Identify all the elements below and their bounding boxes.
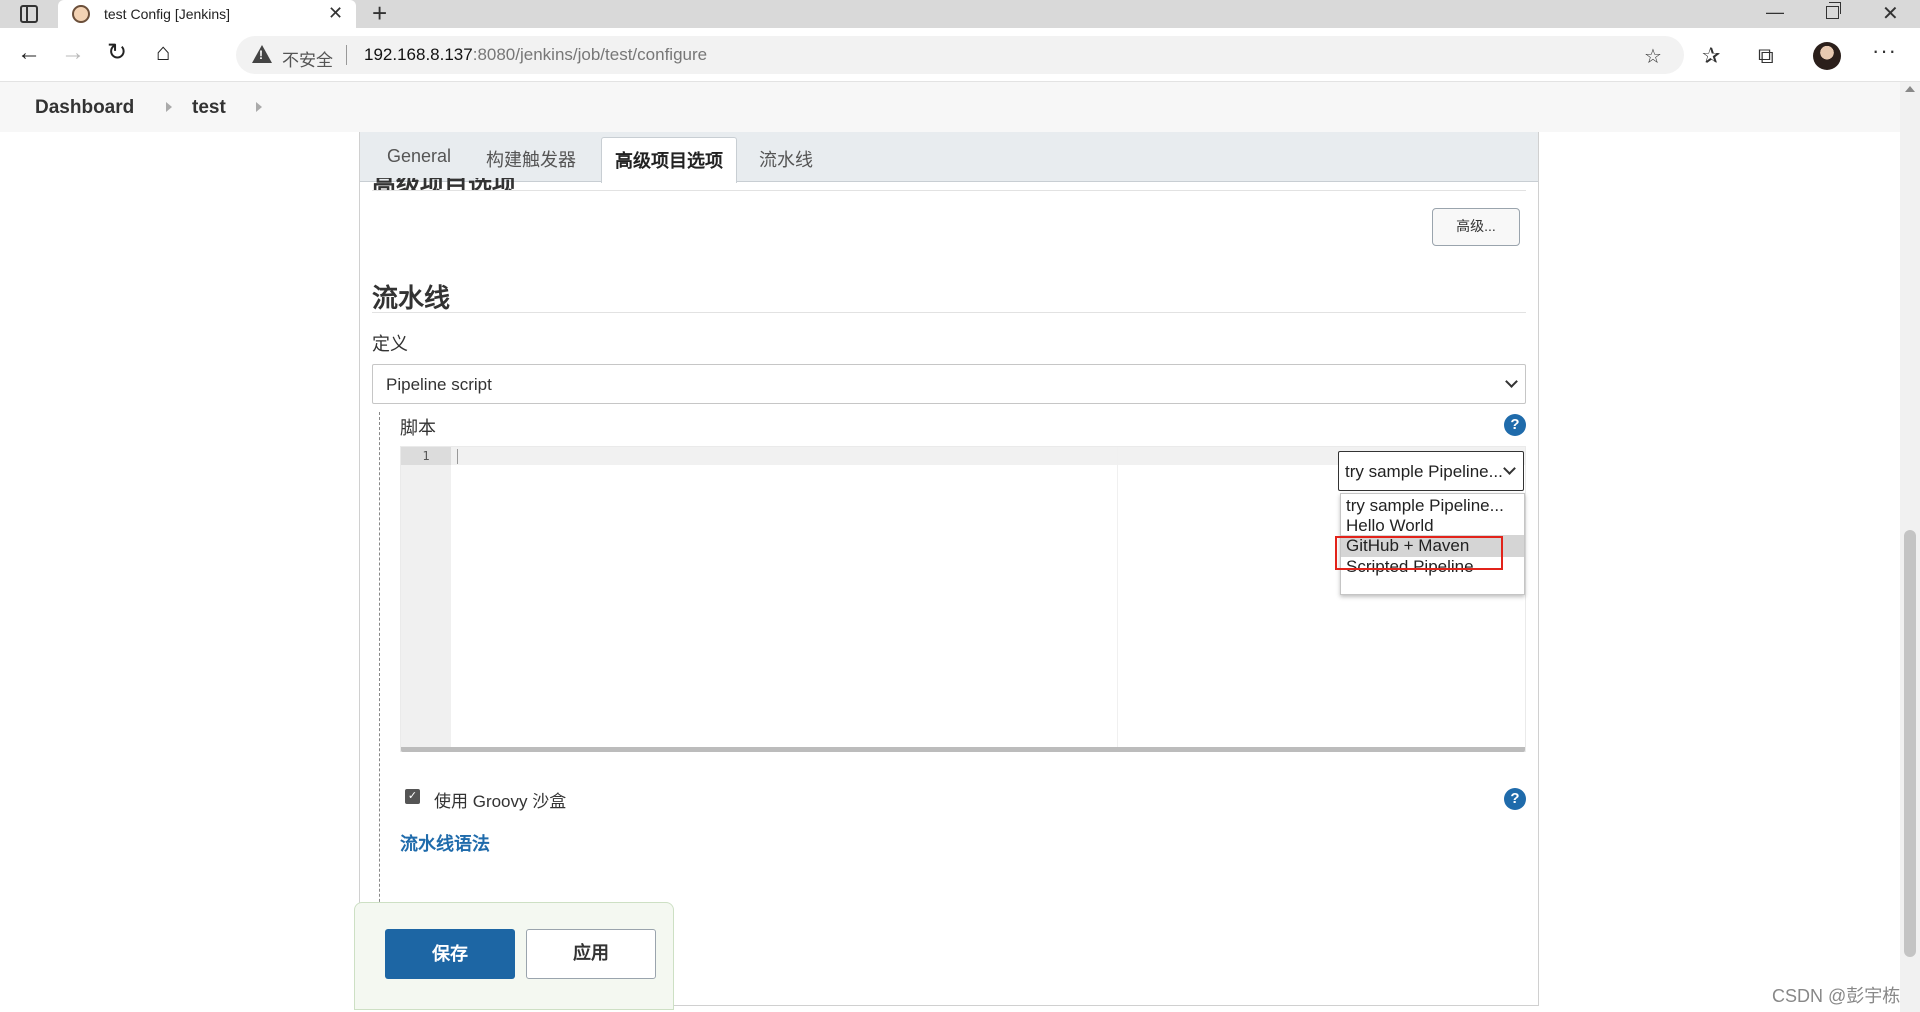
- save-button[interactable]: 保存: [385, 929, 515, 979]
- profile-avatar[interactable]: [1813, 42, 1841, 70]
- script-help-icon[interactable]: ?: [1504, 414, 1526, 436]
- reload-icon[interactable]: ↻: [102, 38, 132, 68]
- url-path: :8080/jenkins/job/test/configure: [472, 45, 708, 64]
- more-options-icon[interactable]: ···: [1872, 38, 1897, 64]
- pipeline-section-title: 流水线: [372, 283, 451, 313]
- new-tab-icon[interactable]: +: [372, 0, 387, 26]
- insecure-label: 不安全: [282, 51, 333, 70]
- advanced-button[interactable]: 高级...: [1432, 208, 1520, 246]
- option-github-maven[interactable]: GitHub + Maven: [1341, 535, 1524, 557]
- browser-tab[interactable]: test Config [Jenkins] ✕: [58, 0, 356, 28]
- breadcrumb: Dashboard test: [0, 82, 1900, 132]
- url-host: 192.168.8.137: [364, 45, 473, 64]
- definition-select[interactable]: Pipeline script: [372, 364, 1526, 404]
- editor-cursor: [457, 449, 458, 464]
- minimize-icon[interactable]: —: [1766, 2, 1784, 23]
- window-close-icon[interactable]: ✕: [1882, 1, 1899, 26]
- address-bar[interactable]: 不安全 192.168.8.137:8080/jenkins/job/test/…: [236, 36, 1684, 74]
- job-config-panel: General 构建触发器 高级项目选项 流水线 高级项目选项 高级... 流水…: [359, 132, 1539, 1006]
- editor-resize-handle[interactable]: [401, 747, 1525, 752]
- section-divider: [372, 190, 1526, 191]
- tab-title: test Config [Jenkins]: [104, 6, 231, 22]
- collections-icon[interactable]: ⧉: [1758, 43, 1774, 69]
- page-scrollbar[interactable]: [1900, 82, 1920, 1012]
- breadcrumb-dashboard[interactable]: Dashboard: [35, 97, 134, 119]
- option-hello-world[interactable]: Hello World: [1341, 515, 1524, 537]
- apply-button[interactable]: 应用: [526, 929, 656, 979]
- sample-select-value: try sample Pipeline...: [1345, 462, 1503, 481]
- breadcrumb-test[interactable]: test: [192, 97, 226, 119]
- chevron-down-icon: [1505, 375, 1518, 388]
- address-separator: [346, 45, 347, 65]
- config-tab-bar: General 构建触发器 高级项目选项 流水线: [360, 132, 1538, 183]
- scroll-up-arrow-icon[interactable]: [1905, 86, 1915, 92]
- restore-icon[interactable]: [1826, 2, 1841, 19]
- breadcrumb-arrow-icon[interactable]: [256, 102, 262, 112]
- breadcrumb-arrow-icon[interactable]: [166, 102, 172, 112]
- editor-print-margin: [1117, 447, 1118, 747]
- pipeline-syntax-link[interactable]: 流水线语法: [400, 830, 490, 856]
- scroll-thumb[interactable]: [1904, 530, 1916, 957]
- tab-pipeline[interactable]: 流水线: [759, 146, 813, 172]
- tab-advanced-project-options[interactable]: 高级项目选项: [601, 137, 737, 183]
- home-icon[interactable]: ⌂: [148, 38, 178, 68]
- sandbox-help-icon[interactable]: ?: [1504, 788, 1526, 810]
- csdn-watermark: CSDN @彭宇栋: [1772, 986, 1901, 1006]
- option-scripted-pipeline[interactable]: Scripted Pipeline: [1341, 556, 1524, 578]
- browser-toolbar: ← → ↻ ⌂ 不安全 192.168.8.137:8080/jenkins/j…: [0, 28, 1920, 82]
- tab-general[interactable]: General: [387, 146, 451, 167]
- sample-pipeline-select[interactable]: try sample Pipeline...: [1338, 451, 1524, 491]
- script-label: 脚本: [400, 418, 436, 438]
- url-text[interactable]: 192.168.8.137:8080/jenkins/job/test/conf…: [364, 45, 707, 65]
- groovy-sandbox-checkbox[interactable]: ✓: [405, 789, 420, 804]
- section-divider: [372, 312, 1526, 313]
- tab-build-triggers[interactable]: 构建触发器: [486, 146, 576, 172]
- add-favorite-icon[interactable]: ☆: [1644, 44, 1662, 69]
- warning-icon: [252, 45, 272, 63]
- favorites-icon[interactable]: ✰: [1702, 43, 1720, 69]
- chevron-down-icon: [1503, 462, 1516, 475]
- tab-actions-icon[interactable]: [20, 5, 38, 23]
- jenkins-favicon-icon: [72, 5, 90, 23]
- editor-gutter: [401, 447, 451, 747]
- back-icon[interactable]: ←: [14, 38, 44, 68]
- script-editor[interactable]: 1: [400, 446, 1526, 752]
- nested-section-indicator: [379, 412, 380, 952]
- form-button-bar: 保存 应用: [354, 902, 674, 1010]
- forward-icon[interactable]: →: [58, 38, 88, 68]
- definition-value: Pipeline script: [386, 375, 492, 394]
- browser-tab-strip: test Config [Jenkins] ✕ + — ✕: [0, 0, 1920, 28]
- sample-pipeline-dropdown: try sample Pipeline... Hello World GitHu…: [1340, 493, 1525, 595]
- option-try-sample[interactable]: try sample Pipeline...: [1341, 495, 1524, 517]
- advanced-options-heading: 高级项目选项: [372, 178, 572, 190]
- close-tab-icon[interactable]: ✕: [328, 3, 343, 24]
- groovy-sandbox-label: 使用 Groovy 沙盒: [434, 792, 567, 811]
- definition-label: 定义: [372, 334, 408, 354]
- line-number: 1: [401, 447, 451, 465]
